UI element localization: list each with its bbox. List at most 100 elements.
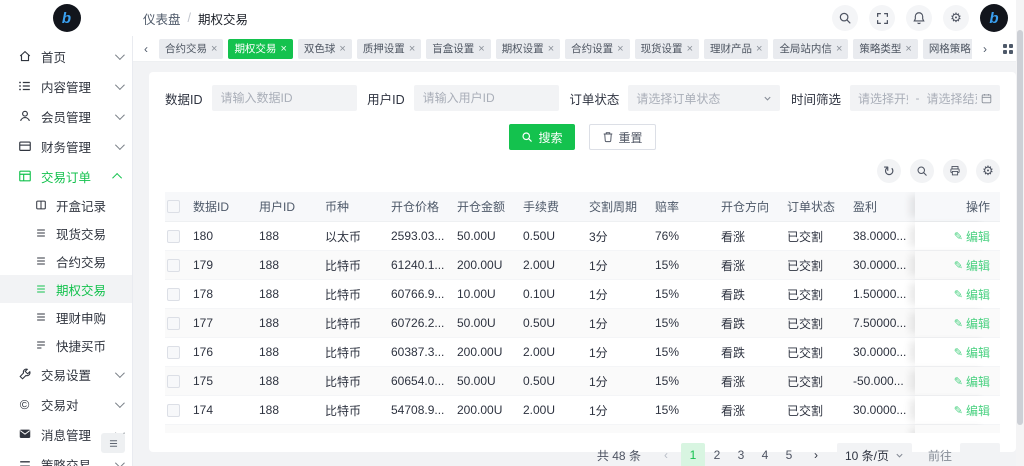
page-number-2[interactable]: 2 [705,443,729,466]
tab-全局站内信[interactable]: 全局站内信 × [773,38,849,59]
table-cell: 15% [655,432,721,433]
edit-button[interactable]: ✎编辑 [954,315,990,332]
tab-网格策略[interactable]: 网格策略× [922,38,972,59]
tab-close-icon[interactable]: × [617,43,623,55]
sidebar-item-trade-orders[interactable]: 交易订单 [0,161,132,191]
tab-list-grid-icon[interactable] [998,43,1018,54]
tab-close-icon[interactable]: × [478,43,484,55]
table-cell: 188 [259,374,280,388]
breadcrumb-root[interactable]: 仪表盘 [143,9,181,28]
tabs-scroll-right-icon[interactable]: › [976,42,994,56]
table-cell: 178 [193,287,214,301]
sidebar-subitem-label: 开盒记录 [56,199,107,214]
sidebar-item-contract-trade[interactable]: 合约交易 [0,247,132,275]
page-number-5[interactable]: 5 [777,443,801,466]
date-range-picker[interactable]: 请选择开始 - 请选择结束 [849,85,1000,111]
sidebar-item-box-records[interactable]: 开盒记录 [0,191,132,219]
prev-page-icon[interactable]: ‹ [655,443,677,466]
settings-gear-icon[interactable]: ⚙ [943,5,969,31]
row-checkbox[interactable] [167,258,180,272]
search-button[interactable]: 搜索 [509,124,575,150]
row-checkbox[interactable] [167,345,180,359]
goto-page-input[interactable] [960,443,1000,466]
tab-close-icon[interactable]: × [280,43,286,55]
tab-合约设置[interactable]: 合约设置 × [565,38,630,59]
page-scrollbar[interactable] [1016,0,1024,466]
tab-现货设置[interactable]: 现货设置 × [634,38,699,59]
tab-期权交易[interactable]: 期权交易 × [228,38,293,59]
sidebar-item-content[interactable]: 内容管理 [0,71,132,101]
tab-close-icon[interactable]: × [211,43,217,55]
row-checkbox[interactable] [167,229,180,243]
tab-close-icon[interactable]: × [905,43,911,55]
edit-button[interactable]: ✎编辑 [954,257,990,274]
tab-close-icon[interactable]: × [687,43,693,55]
sidebar-subitem-label: 理财申购 [56,311,107,326]
user-icon [17,109,32,124]
sidebar-item-members[interactable]: 会员管理 [0,101,132,131]
tab-盲盒设置[interactable]: 盲盒设置 × [426,38,491,59]
data-id-input[interactable] [211,85,357,111]
tab-close-icon[interactable]: × [548,43,554,55]
table-cell: 200.00U [457,432,523,433]
table-cell: 30.0000... [853,403,907,417]
fullscreen-icon[interactable] [869,5,895,31]
order-status-select[interactable]: 请选择订单状态 [628,85,781,111]
pencil-icon: ✎ [953,346,963,359]
avatar-letter: b [989,9,999,27]
column-search-icon[interactable] [910,159,934,183]
edit-button[interactable]: ✎编辑 [954,431,990,434]
row-checkbox[interactable] [167,287,180,301]
tab-双色球[interactable]: 双色球 × [297,38,352,59]
user-id-input[interactable] [413,85,559,111]
sidebar-item-home[interactable]: 首页 [0,41,132,71]
tabs-scroll-left-icon[interactable]: ‹ [137,42,155,56]
refresh-icon[interactable]: ↻ [877,159,901,183]
page-number-4[interactable]: 4 [753,443,777,466]
tab-close-icon[interactable]: × [339,43,345,55]
sidebar-item-trade-pairs[interactable]: © 交易对 [0,389,132,419]
edit-button[interactable]: ✎编辑 [954,286,990,303]
sidebar-item-quick-buy[interactable]: 快捷买币 [0,331,132,359]
data-table: 数据ID 用户ID 币种 开仓价格 开仓金额 手续费 交割周期 赔率 开仓方向 订单状态 盈利 操作 1… [165,192,1000,433]
edit-button[interactable]: ✎编辑 [954,228,990,245]
sidebar-item-label: 交易设置 [41,368,92,383]
scrollbar-thumb[interactable] [1017,30,1023,425]
next-page-icon[interactable]: › [805,443,827,466]
sidebar-item-finance[interactable]: 财务管理 [0,131,132,161]
sidebar-item-trade-settings[interactable]: 交易设置 [0,359,132,389]
edit-button[interactable]: ✎编辑 [954,402,990,419]
user-avatar[interactable]: b [980,4,1008,32]
tab-close-icon[interactable]: × [756,43,762,55]
tab-close-icon[interactable]: × [836,43,842,55]
sidebar-collapse-button[interactable] [101,433,125,453]
row-checkbox[interactable] [167,316,180,330]
tab-期权设置[interactable]: 期权设置 × [495,38,561,59]
page-number-3[interactable]: 3 [729,443,753,466]
search-icon[interactable] [832,5,858,31]
tab-理财产品[interactable]: 理财产品 × [704,38,769,59]
select-all-checkbox[interactable] [167,200,180,213]
sidebar-item-options-trade[interactable]: 期权交易 [0,275,132,303]
header-checkbox-cell [165,200,193,213]
strategy-lines-icon [17,457,32,466]
row-checkbox[interactable] [167,403,180,417]
sidebar-item-wealth-purchase[interactable]: 理财申购 [0,303,132,331]
tab-合约交易[interactable]: 合约交易 × [159,38,224,59]
reset-button[interactable]: 重置 [588,124,656,150]
tab-close-icon[interactable]: × [409,43,415,55]
page-number-1[interactable]: 1 [680,443,705,466]
print-icon[interactable] [943,159,967,183]
notification-bell-icon[interactable] [906,5,932,31]
edit-button[interactable]: ✎编辑 [954,344,990,361]
table-settings-gear-icon[interactable]: ⚙ [976,159,1000,183]
sidebar-item-spot-trade[interactable]: 现货交易 [0,219,132,247]
page-size-select[interactable]: 10 条/页 [836,443,912,466]
table-cell: 175 [193,374,214,388]
row-checkbox[interactable] [167,432,180,433]
table-cell: 60654.0... [391,374,445,388]
edit-button[interactable]: ✎编辑 [954,373,990,390]
tab-策略类型[interactable]: 策略类型 × [853,38,918,59]
tab-质押设置[interactable]: 质押设置 × [356,38,422,59]
row-checkbox[interactable] [167,374,180,388]
